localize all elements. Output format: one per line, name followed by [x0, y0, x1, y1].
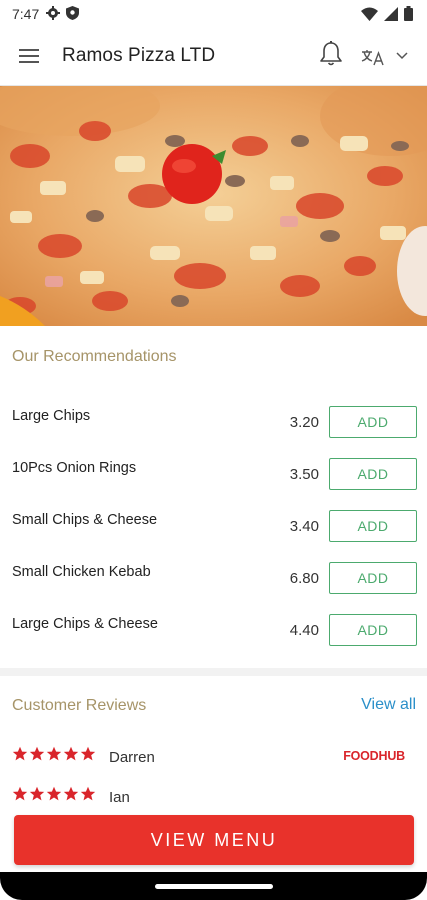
star-icon	[63, 786, 79, 801]
menu-icon	[19, 49, 39, 63]
signal-icon	[384, 6, 398, 21]
star-icon	[29, 746, 45, 761]
item-name: Large Chips	[12, 408, 91, 424]
menu-button[interactable]	[18, 45, 42, 67]
chevron-down-icon	[396, 52, 408, 60]
add-button[interactable]: ADD	[329, 458, 417, 490]
pizza-photo	[0, 86, 427, 326]
app-bar: Ramos Pizza LTD	[0, 28, 427, 86]
list-item: Large Chips & Cheese 4.40 ADD	[0, 598, 427, 650]
language-selector[interactable]	[360, 44, 414, 68]
list-item: 10Pcs Onion Rings 3.50 ADD	[0, 442, 427, 494]
list-item: Small Chicken Kebab 6.80 ADD	[0, 546, 427, 598]
star-rating	[12, 786, 96, 802]
status-icons-left	[46, 6, 79, 20]
gesture-handle[interactable]	[155, 884, 273, 889]
star-rating	[12, 746, 96, 762]
reviews-title: Customer Reviews	[12, 697, 147, 714]
nav-bar-background	[0, 872, 427, 900]
bell-icon	[320, 41, 342, 66]
review-row: Darren FOODHUB	[12, 746, 417, 768]
item-name: Small Chips & Cheese	[12, 512, 158, 528]
recommendations-title: Our Recommendations	[12, 348, 177, 365]
wifi-icon	[361, 7, 378, 21]
item-price: 3.40	[289, 518, 319, 535]
item-name: 10Pcs Onion Rings	[12, 460, 137, 476]
reviewer-name: Darren	[109, 749, 155, 766]
item-name: Large Chips & Cheese	[12, 616, 158, 632]
add-button[interactable]: ADD	[329, 562, 417, 594]
item-price: 3.50	[289, 466, 319, 483]
list-item: Large Chips 3.20 ADD	[0, 390, 427, 442]
star-icon	[29, 786, 45, 801]
restaurant-title: Ramos Pizza LTD	[62, 45, 216, 66]
item-price: 3.20	[289, 414, 319, 431]
star-icon	[46, 746, 62, 761]
status-icons-right	[361, 6, 413, 21]
system-nav-bar	[0, 872, 427, 900]
battery-icon	[404, 6, 413, 21]
star-icon	[12, 746, 28, 761]
status-bar: 7:47	[0, 0, 427, 28]
star-icon	[80, 746, 96, 761]
star-icon	[46, 786, 62, 801]
language-icon	[361, 50, 384, 66]
review-row: Ian	[12, 786, 417, 808]
recommendations-list: Large Chips 3.20 ADD 10Pcs Onion Rings 3…	[0, 390, 427, 650]
reviewer-name: Ian	[109, 789, 130, 806]
gear-icon	[46, 6, 60, 20]
shield-icon	[66, 6, 79, 20]
item-name: Small Chicken Kebab	[12, 564, 151, 580]
foodhub-logo: FOODHUB	[343, 749, 405, 763]
view-all-reviews-link[interactable]: View all	[361, 696, 416, 714]
notifications-button[interactable]	[318, 40, 344, 68]
item-price: 6.80	[289, 570, 319, 587]
add-button[interactable]: ADD	[329, 406, 417, 438]
item-price: 4.40	[289, 622, 319, 639]
list-item: Small Chips & Cheese 3.40 ADD	[0, 494, 427, 546]
add-button[interactable]: ADD	[329, 510, 417, 542]
hero-pizza-image	[0, 86, 427, 326]
star-icon	[80, 786, 96, 801]
status-time: 7:47	[12, 6, 40, 22]
section-divider	[0, 668, 427, 676]
star-icon	[63, 746, 79, 761]
view-menu-button[interactable]: VIEW MENU	[14, 815, 414, 865]
add-button[interactable]: ADD	[329, 614, 417, 646]
star-icon	[12, 786, 28, 801]
